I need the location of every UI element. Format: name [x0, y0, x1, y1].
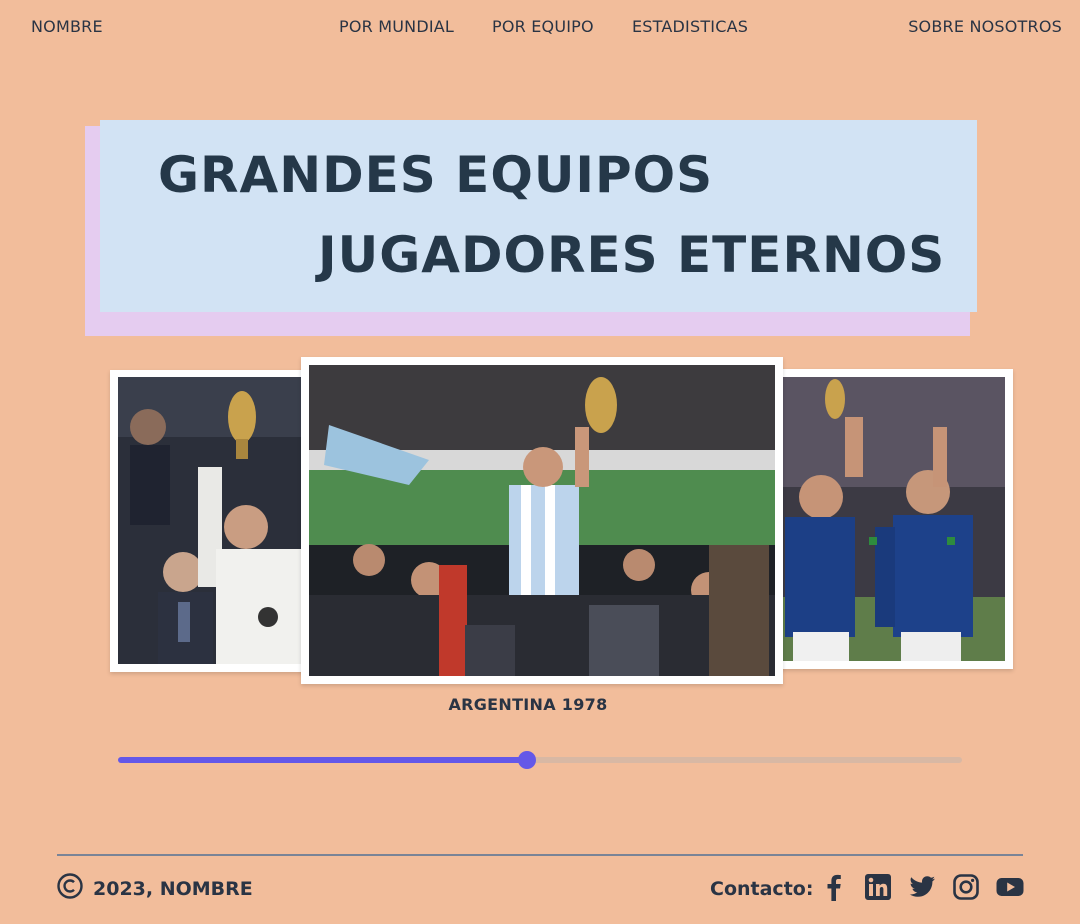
facebook-icon[interactable]	[820, 873, 848, 901]
carousel-photo-right[interactable]	[770, 369, 1013, 669]
carousel-caption: ARGENTINA 1978	[448, 695, 608, 714]
hero-title-line-2: JUGADORES ETERNOS	[318, 226, 946, 284]
germany-photo	[118, 377, 302, 664]
copyright-text: 2023, NOMBRE	[93, 877, 253, 900]
contact-label: Contacto:	[710, 878, 814, 900]
twitter-icon[interactable]	[908, 873, 936, 901]
nav-brand-link[interactable]: NOMBRE	[31, 17, 103, 36]
slider-fill	[118, 757, 528, 763]
nav-link-sobre-nosotros[interactable]: SOBRE NOSOTROS	[908, 17, 1062, 36]
carousel-photo-center[interactable]	[301, 357, 783, 684]
nav-link-por-equipo[interactable]: POR EQUIPO	[492, 17, 594, 36]
italy-photo	[783, 377, 1005, 661]
instagram-icon[interactable]	[952, 873, 980, 901]
footer-copyright: 2023, NOMBRE	[57, 873, 253, 904]
argentina-photo	[309, 365, 775, 676]
carousel-photo-left[interactable]	[110, 370, 310, 672]
copyright-icon	[57, 873, 83, 904]
nav-link-por-mundial[interactable]: POR MUNDIAL	[339, 17, 454, 36]
slider-handle[interactable]	[518, 751, 537, 769]
hero-title-line-1: GRANDES EQUIPOS	[158, 146, 714, 204]
nav-link-estadisticas[interactable]: ESTADISTICAS	[632, 17, 748, 36]
youtube-icon[interactable]	[996, 873, 1024, 901]
footer-divider	[57, 854, 1023, 856]
hero-panel: GRANDES EQUIPOS JUGADORES ETERNOS	[100, 120, 977, 312]
carousel-slider[interactable]	[118, 751, 962, 769]
linkedin-icon[interactable]	[864, 873, 892, 901]
